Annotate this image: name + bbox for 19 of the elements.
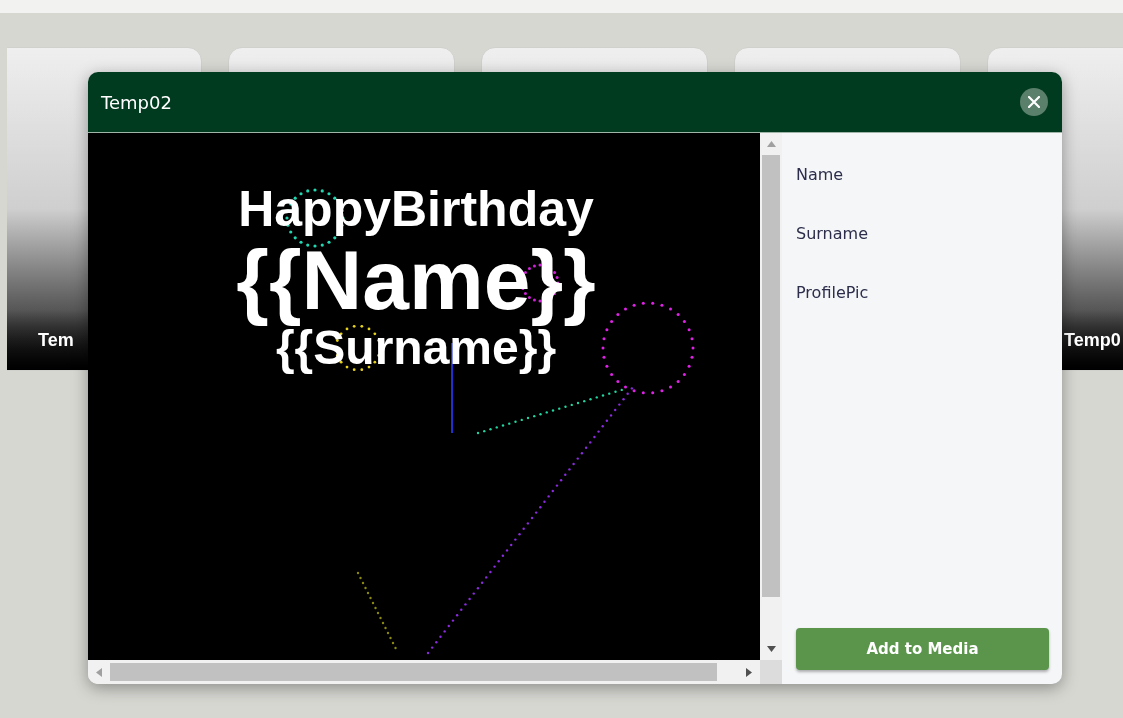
scroll-up-icon[interactable] (766, 141, 776, 147)
field-label: Surname (796, 223, 869, 244)
scroll-left-icon[interactable] (96, 667, 102, 677)
horizontal-scrollbar[interactable] (88, 660, 760, 684)
scroll-down-icon[interactable] (766, 646, 776, 652)
close-icon (1028, 96, 1040, 108)
dialog-title: Temp02 (101, 90, 172, 115)
card-title: Tem (38, 328, 74, 352)
close-button[interactable] (1020, 88, 1048, 116)
field-label: Name (796, 164, 845, 185)
scrollbar-thumb[interactable] (110, 663, 717, 681)
field-label: ProfilePic (796, 282, 870, 303)
preview-text: HappyBirthday (238, 181, 594, 237)
scrollbar-thumb[interactable] (762, 155, 780, 597)
add-to-media-button[interactable]: Add to Media (796, 628, 1049, 670)
vertical-scrollbar[interactable] (760, 133, 782, 660)
scrollbar-corner (760, 660, 782, 684)
card-title: Temp0 (1064, 328, 1121, 352)
scroll-right-icon[interactable] (746, 667, 752, 677)
